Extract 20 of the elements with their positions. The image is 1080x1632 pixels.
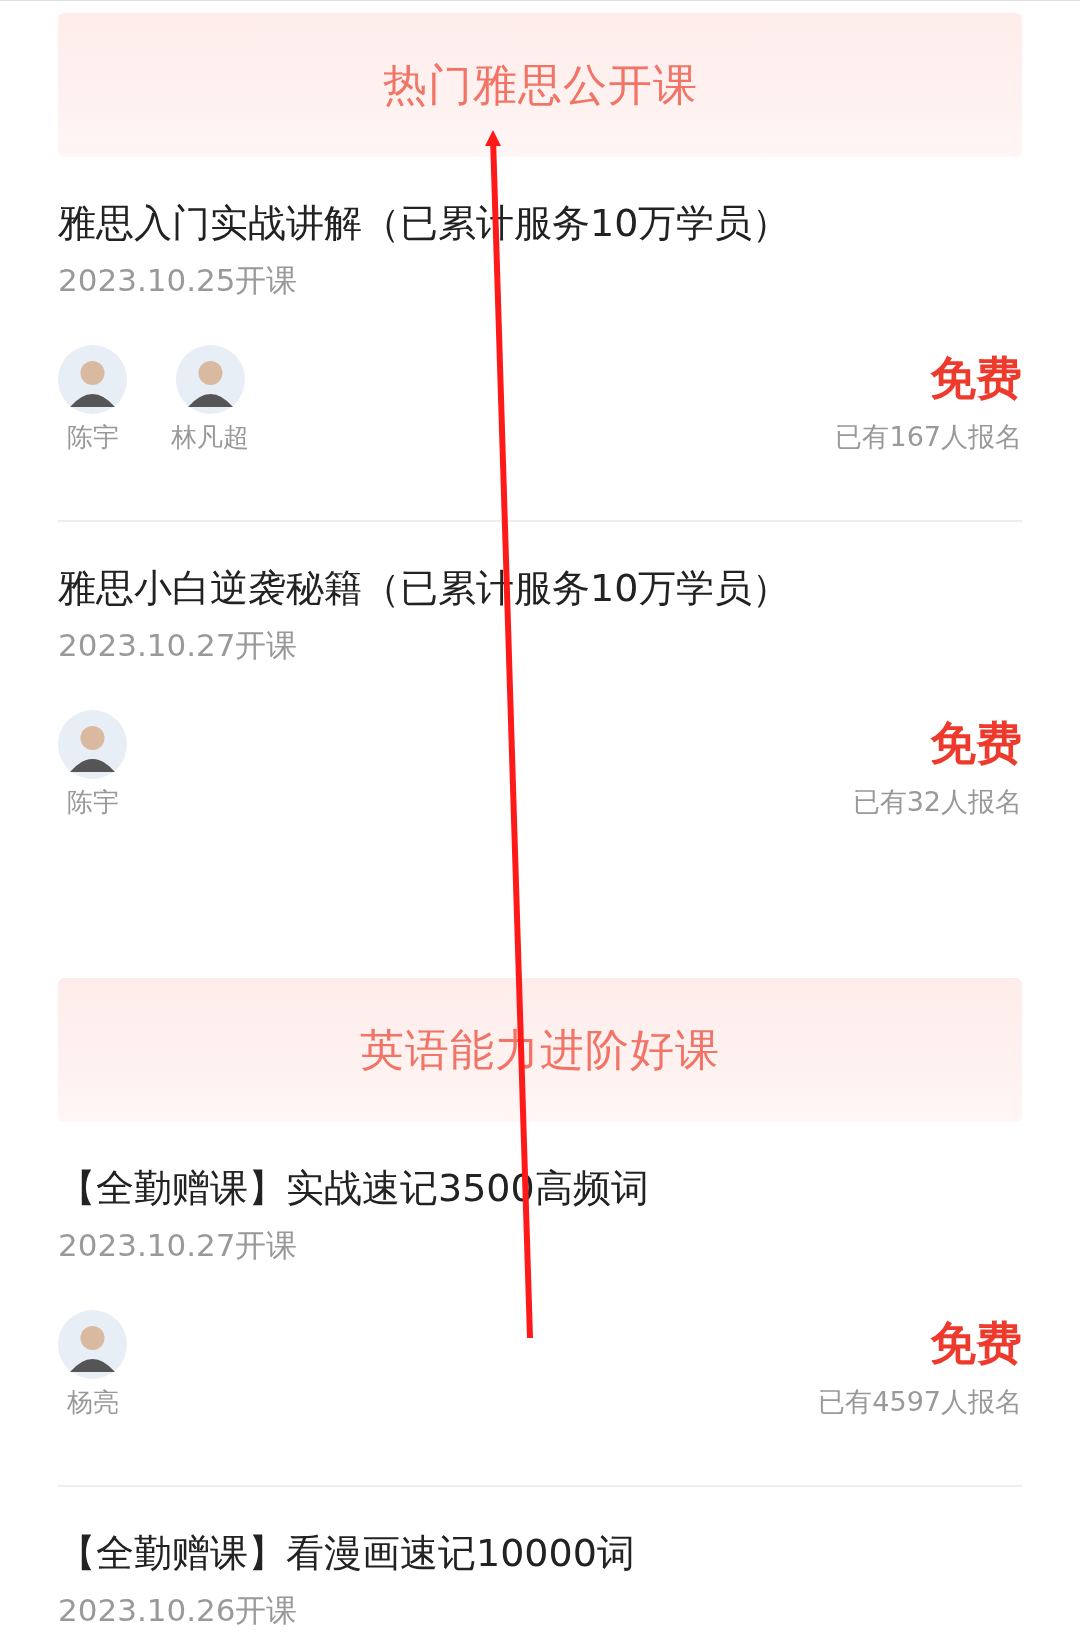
- teacher-name: 陈宇: [66, 421, 119, 454]
- course-date: 2023.10.27开课: [58, 1226, 299, 1264]
- avatar-icon: [175, 345, 245, 414]
- course-date: 2023.10.27开课: [58, 626, 299, 664]
- price-label: 免费: [930, 1315, 1022, 1371]
- avatar-icon: [58, 710, 127, 779]
- price-label: 免费: [930, 350, 1022, 406]
- enrollment-count: 已有4597人报名: [818, 1385, 1022, 1419]
- price-label: 免费: [930, 715, 1022, 771]
- avatar-icon: [58, 345, 127, 414]
- teacher-name: 林凡超: [171, 421, 249, 454]
- course-date: 2023.10.26开课: [58, 1591, 299, 1629]
- enrollment-count: 已有167人报名: [835, 420, 1022, 454]
- enrollment-count: 已有32人报名: [852, 785, 1022, 819]
- section-title: 热门雅思公开课: [382, 57, 698, 112]
- course-title[interactable]: 【全勤赠课】看漫画速记10000词: [58, 1525, 1022, 1581]
- avatar-icon: [58, 1310, 127, 1379]
- teacher-name: 陈宇: [66, 786, 119, 819]
- course-date: 2023.10.25开课: [58, 261, 299, 299]
- teacher-name: 杨亮: [66, 1386, 119, 1419]
